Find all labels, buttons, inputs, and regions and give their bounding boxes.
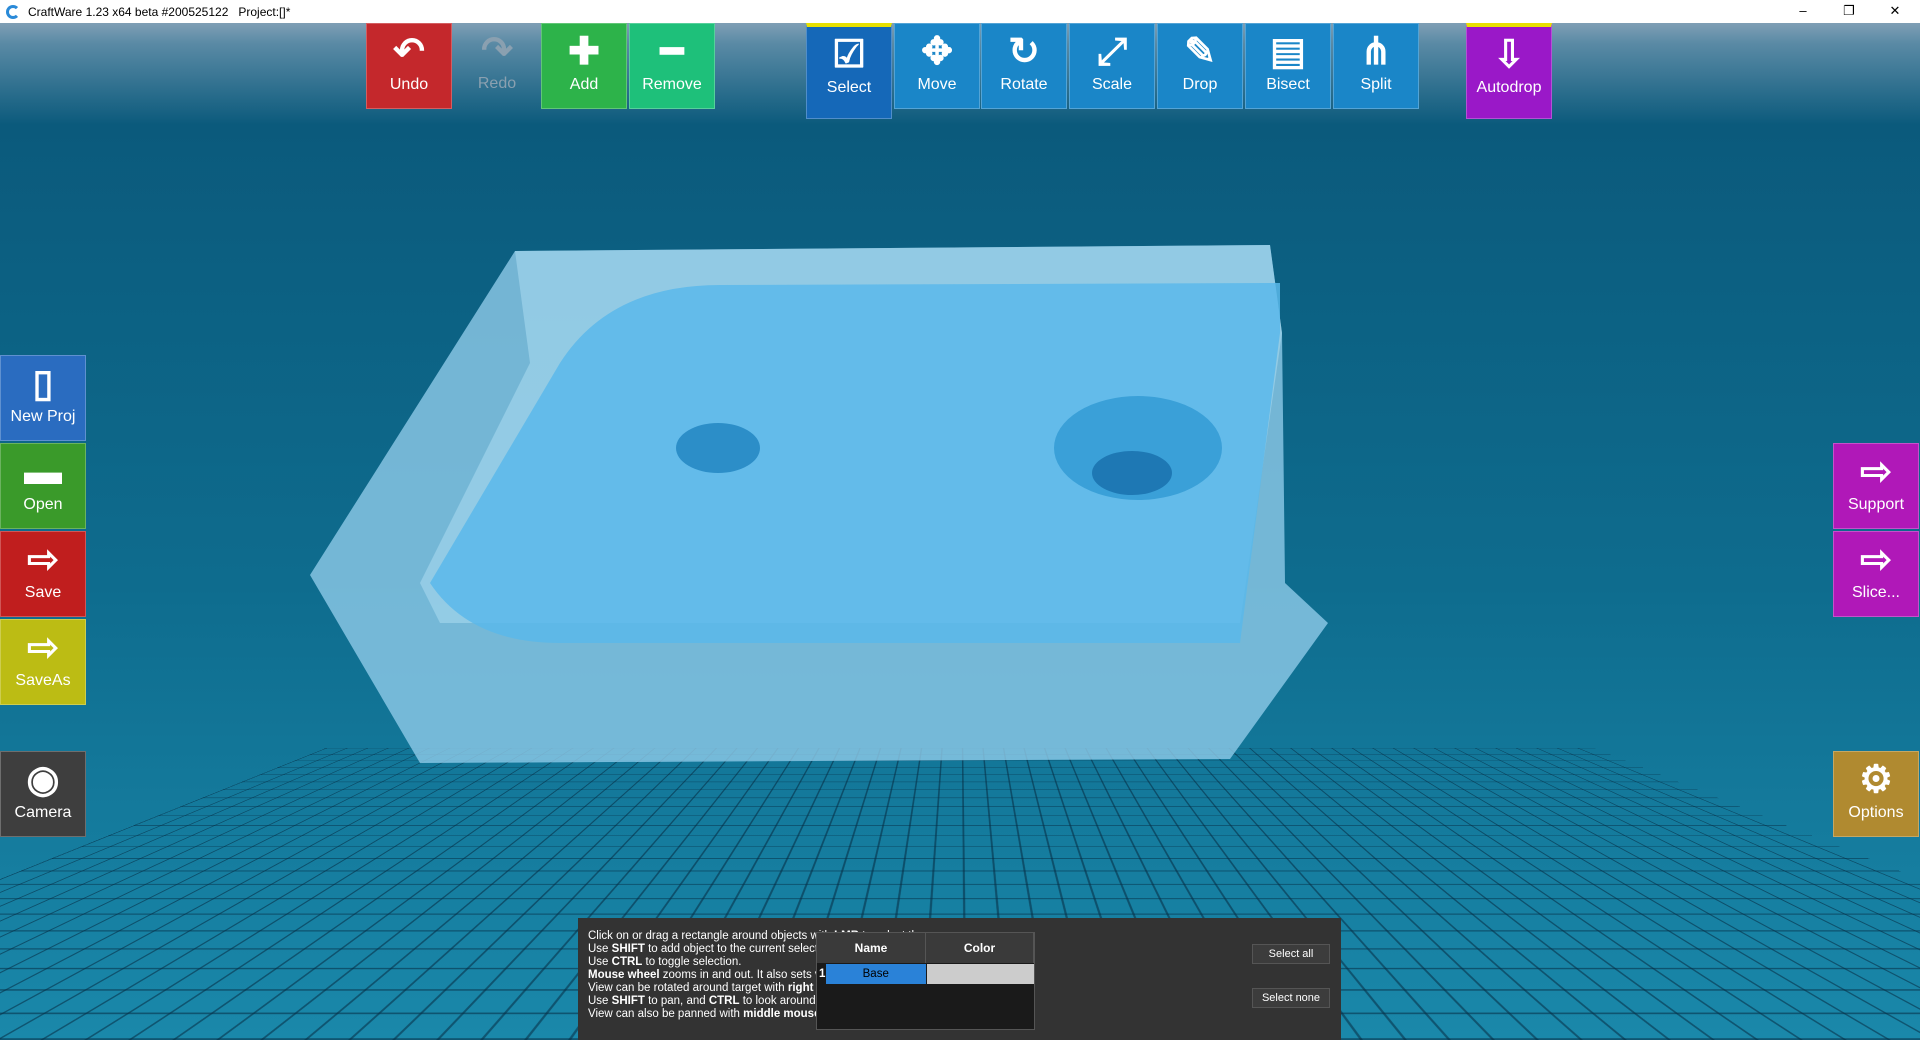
bisect-icon: ▤ bbox=[1246, 24, 1330, 76]
help-keyword: Mouse wheel bbox=[588, 969, 660, 981]
camera-button[interactable]: ◉ Camera bbox=[0, 751, 86, 837]
help-keyword: SHIFT bbox=[612, 943, 645, 955]
help-text-fragment: Use bbox=[588, 943, 612, 955]
help-text-fragment: to look around. bbox=[740, 995, 819, 1007]
column-header-color[interactable]: Color bbox=[926, 933, 1034, 963]
remove-icon: ━ bbox=[630, 24, 714, 76]
remove-button[interactable]: ━ Remove bbox=[629, 23, 715, 109]
help-keyword: SHIFT bbox=[612, 995, 645, 1007]
redo-button[interactable]: ↷ Redo bbox=[454, 23, 540, 109]
help-text-fragment: Use bbox=[588, 956, 612, 968]
row-index: 1 bbox=[817, 964, 826, 984]
undo-label: Undo bbox=[367, 76, 451, 94]
options-icon: ⚙ bbox=[1834, 752, 1918, 804]
camera-icon: ◉ bbox=[1, 752, 85, 804]
scale-button[interactable]: ⤢ Scale bbox=[1069, 23, 1155, 109]
support-icon: ⇨ bbox=[1834, 444, 1918, 496]
options-label: Options bbox=[1834, 804, 1918, 822]
object-color-cell[interactable] bbox=[927, 964, 1035, 984]
selection-panel: Click on or drag a rectangle around obje… bbox=[578, 918, 1341, 1040]
split-button[interactable]: ⋔ Split bbox=[1333, 23, 1419, 109]
rotate-button[interactable]: ↻ Rotate bbox=[981, 23, 1067, 109]
new-proj-label: New Proj bbox=[1, 408, 85, 426]
add-button[interactable]: ✚ Add bbox=[541, 23, 627, 109]
options-button[interactable]: ⚙ Options bbox=[1833, 751, 1919, 837]
select-icon: ☑ bbox=[807, 27, 891, 79]
save-icon: ⇨ bbox=[1, 532, 85, 584]
title-bar: CraftWare 1.23 x64 beta #200525122 Proje… bbox=[0, 0, 1920, 23]
app-logo-icon bbox=[6, 5, 20, 19]
open-button[interactable]: ▬ Open bbox=[0, 443, 86, 529]
rotate-label: Rotate bbox=[982, 76, 1066, 94]
object-name-cell[interactable]: Base bbox=[826, 964, 926, 984]
new-proj-icon: ▯ bbox=[1, 356, 85, 408]
saveas-icon: ⇨ bbox=[1, 620, 85, 672]
redo-label: Redo bbox=[454, 75, 540, 93]
support-label: Support bbox=[1834, 496, 1918, 514]
close-button[interactable]: ✕ bbox=[1872, 0, 1918, 23]
help-text-fragment: View can be rotated around target with bbox=[588, 982, 788, 994]
autodrop-button[interactable]: ⇩ Autodrop bbox=[1466, 23, 1552, 119]
autodrop-label: Autodrop bbox=[1467, 79, 1551, 97]
select-all-button[interactable]: Select all bbox=[1252, 944, 1330, 964]
table-row[interactable]: 1 Base bbox=[817, 964, 1034, 984]
column-header-name[interactable]: Name bbox=[817, 933, 926, 963]
help-text-fragment: to toggle selection. bbox=[642, 956, 741, 968]
rotate-icon: ↻ bbox=[982, 24, 1066, 76]
support-button[interactable]: ⇨ Support bbox=[1833, 443, 1919, 529]
help-keyword: CTRL bbox=[612, 956, 643, 968]
select-button[interactable]: ☑ Select bbox=[806, 23, 892, 119]
split-icon: ⋔ bbox=[1334, 24, 1418, 76]
move-icon: ✥ bbox=[895, 24, 979, 76]
minimize-button[interactable]: – bbox=[1780, 0, 1826, 23]
help-text-fragment: Click on or drag a rectangle around obje… bbox=[588, 930, 834, 942]
scale-label: Scale bbox=[1070, 76, 1154, 94]
bisect-button[interactable]: ▤ Bisect bbox=[1245, 23, 1331, 109]
save-label: Save bbox=[1, 584, 85, 602]
saveas-label: SaveAs bbox=[1, 672, 85, 690]
open-label: Open bbox=[1, 496, 85, 514]
help-keyword: CTRL bbox=[709, 995, 740, 1007]
model-base[interactable] bbox=[0, 23, 1920, 1040]
save-button[interactable]: ⇨ Save bbox=[0, 531, 86, 617]
drop-label: Drop bbox=[1158, 76, 1242, 94]
undo-icon: ↶ bbox=[367, 24, 451, 76]
move-label: Move bbox=[895, 76, 979, 94]
bisect-label: Bisect bbox=[1246, 76, 1330, 94]
help-text-fragment: to pan, and bbox=[645, 995, 709, 1007]
help-text-fragment: Use bbox=[588, 995, 612, 1007]
help-text-fragment: View can also be panned with bbox=[588, 1008, 743, 1020]
3d-viewport[interactable] bbox=[0, 23, 1920, 1040]
object-table: Name Color 1 Base bbox=[816, 932, 1035, 1030]
saveas-button[interactable]: ⇨ SaveAs bbox=[0, 619, 86, 705]
drop-button[interactable]: ✎ Drop bbox=[1157, 23, 1243, 109]
scale-icon: ⤢ bbox=[1070, 24, 1154, 76]
restore-button[interactable]: ❐ bbox=[1826, 0, 1872, 23]
slice-icon: ⇨ bbox=[1834, 532, 1918, 584]
select-label: Select bbox=[807, 79, 891, 97]
add-icon: ✚ bbox=[542, 24, 626, 76]
redo-icon: ↷ bbox=[454, 23, 540, 75]
slice-label: Slice... bbox=[1834, 584, 1918, 602]
drop-icon: ✎ bbox=[1158, 24, 1242, 76]
split-label: Split bbox=[1334, 76, 1418, 94]
select-none-button[interactable]: Select none bbox=[1252, 988, 1330, 1008]
window-title: CraftWare 1.23 x64 beta #200525122 Proje… bbox=[28, 5, 290, 19]
new-proj-button[interactable]: ▯ New Proj bbox=[0, 355, 86, 441]
camera-label: Camera bbox=[1, 804, 85, 822]
slice-button[interactable]: ⇨ Slice... bbox=[1833, 531, 1919, 617]
autodrop-icon: ⇩ bbox=[1467, 27, 1551, 79]
add-label: Add bbox=[542, 76, 626, 94]
undo-button[interactable]: ↶ Undo bbox=[366, 23, 452, 109]
remove-label: Remove bbox=[630, 76, 714, 94]
open-icon: ▬ bbox=[1, 444, 85, 496]
move-button[interactable]: ✥ Move bbox=[894, 23, 980, 109]
help-text-fragment: to add object to the current selection. bbox=[645, 943, 837, 955]
